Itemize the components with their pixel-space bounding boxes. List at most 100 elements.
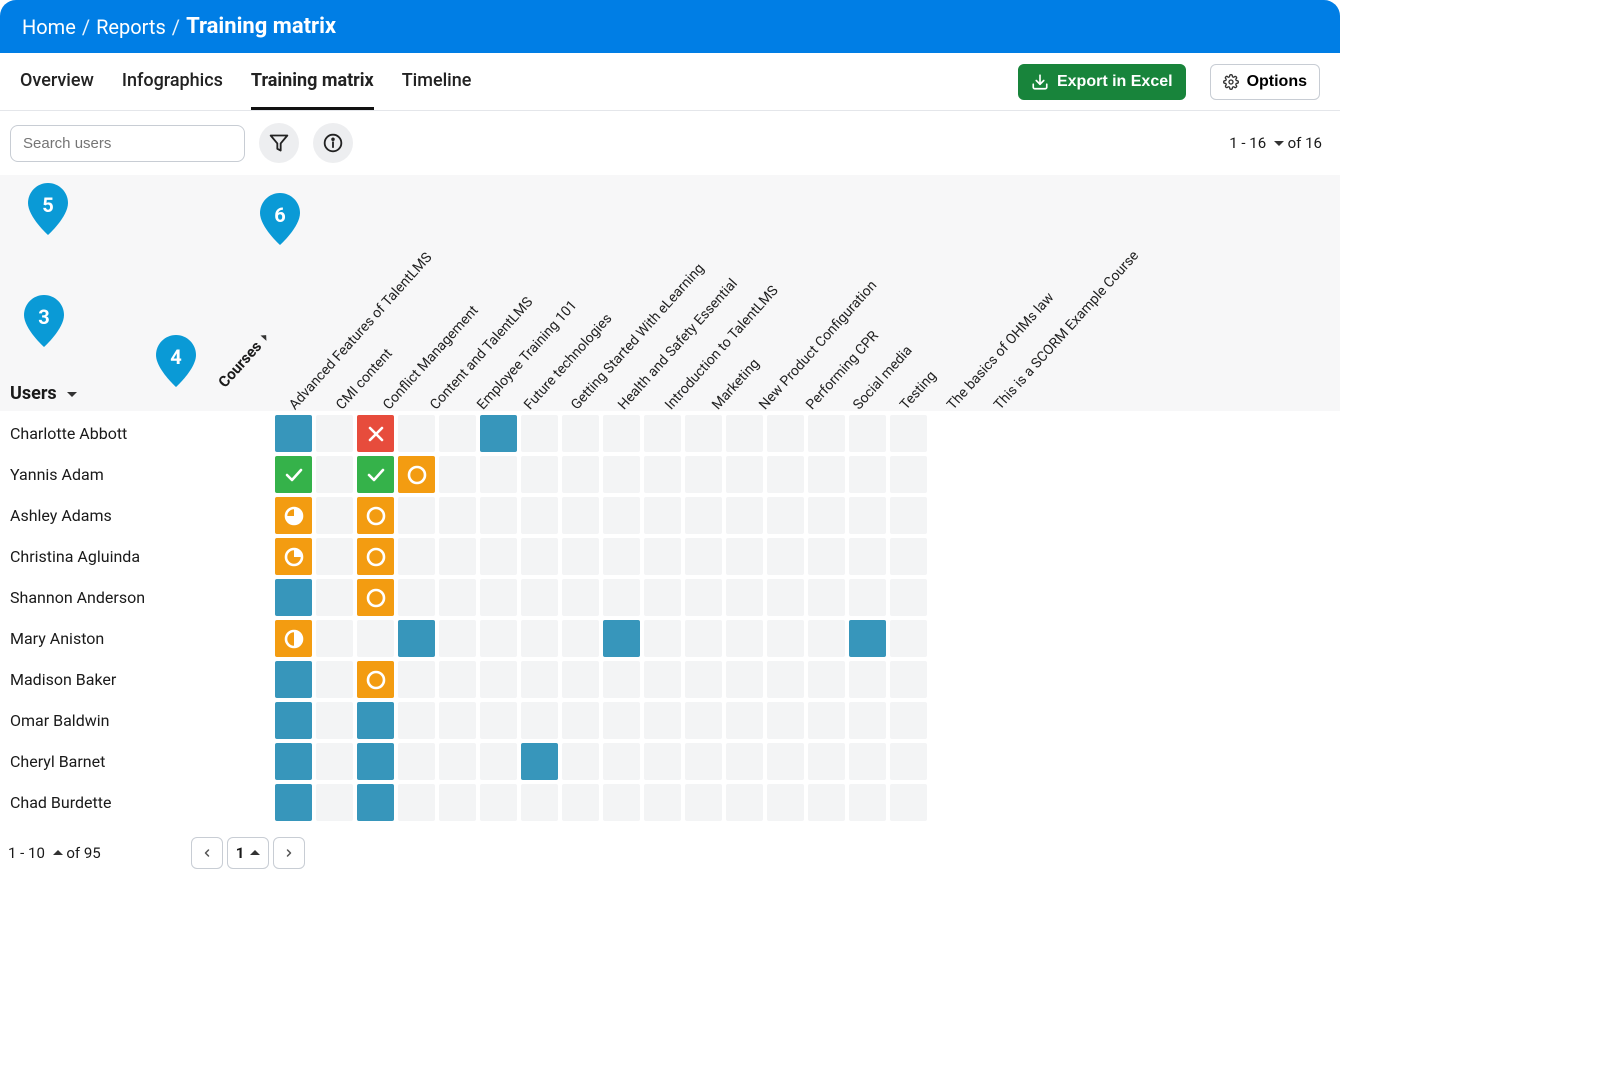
breadcrumb-home[interactable]: Home [22,15,76,39]
status-empty-cell [439,538,476,575]
courses-header[interactable]: Courses [215,326,276,391]
matrix-row: Chad Burdette [0,782,1340,823]
user-name[interactable]: Yannis Adam [0,465,275,484]
status-empty-cell [316,497,353,534]
status-empty-cell [890,415,927,452]
status-empty-cell [480,620,517,657]
user-name[interactable]: Cheryl Barnet [0,752,275,771]
user-name[interactable]: Charlotte Abbott [0,424,275,443]
status-empty-cell [562,661,599,698]
status-empty-cell [767,497,804,534]
status-empty-cell [562,784,599,821]
status-enrolled-cell[interactable] [275,415,312,452]
status-passed-cell[interactable] [357,456,394,493]
status-empty-cell [767,784,804,821]
user-name[interactable]: Mary Aniston [0,629,275,648]
status-enrolled-cell[interactable] [480,415,517,452]
status-enrolled-cell[interactable] [849,620,886,657]
status-enrolled-cell[interactable] [357,784,394,821]
status-not-started-cell[interactable] [357,661,394,698]
status-empty-cell [398,538,435,575]
user-cells [275,495,927,536]
status-not-started-cell[interactable] [357,497,394,534]
status-enrolled-cell[interactable] [398,620,435,657]
status-failed-cell[interactable] [357,415,394,452]
status-progress-cell[interactable] [275,620,312,657]
pager-bottom-of: of [66,844,80,862]
status-enrolled-cell[interactable] [357,702,394,739]
user-name[interactable]: Madison Baker [0,670,275,689]
status-empty-cell [562,456,599,493]
pager-page-button[interactable]: 1 [227,837,270,869]
status-empty-cell [685,538,722,575]
status-empty-cell [439,620,476,657]
status-empty-cell [644,661,681,698]
status-empty-cell [521,456,558,493]
status-empty-cell [603,661,640,698]
status-empty-cell [808,415,845,452]
status-empty-cell [849,415,886,452]
status-empty-cell [316,784,353,821]
status-not-started-cell[interactable] [357,538,394,575]
search-input[interactable] [10,125,245,162]
status-enrolled-cell[interactable] [275,702,312,739]
user-cells [275,618,927,659]
course-header[interactable]: Testing [897,368,940,413]
pager-bottom-text[interactable]: 1 - 10 of 95 [8,844,101,862]
status-empty-cell [890,538,927,575]
status-empty-cell [808,784,845,821]
status-empty-cell [480,743,517,780]
status-empty-cell [480,497,517,534]
status-enrolled-cell[interactable] [275,661,312,698]
info-button[interactable] [313,123,353,163]
course-header[interactable]: Future technologies [521,311,615,413]
status-not-started-cell[interactable] [357,579,394,616]
options-button[interactable]: Options [1210,64,1320,100]
caret-right-icon [261,329,272,340]
status-passed-cell[interactable] [275,456,312,493]
export-excel-button[interactable]: Export in Excel [1018,64,1186,100]
status-progress-cell[interactable] [275,497,312,534]
user-name[interactable]: Shannon Anderson [0,588,275,607]
status-empty-cell [767,702,804,739]
pager-top-of: of [1288,134,1302,152]
users-header[interactable]: Users [10,383,77,404]
status-empty-cell [603,456,640,493]
status-empty-cell [644,415,681,452]
status-enrolled-cell[interactable] [275,784,312,821]
tool-row: 1 - 16 of 16 [0,111,1340,175]
status-enrolled-cell[interactable] [275,743,312,780]
status-empty-cell [726,702,763,739]
user-name[interactable]: Chad Burdette [0,793,275,812]
status-empty-cell [644,702,681,739]
status-enrolled-cell[interactable] [275,579,312,616]
pager-next-button[interactable] [273,837,305,869]
status-empty-cell [316,456,353,493]
pager-bottom: 1 - 10 of 95 1 [0,823,1340,889]
tab-timeline[interactable]: Timeline [402,53,472,110]
filter-button[interactable] [259,123,299,163]
status-empty-cell [357,620,394,657]
matrix-row: Shannon Anderson [0,577,1340,618]
pager-prev-button[interactable] [191,837,223,869]
breadcrumb-reports[interactable]: Reports [96,15,166,39]
user-cells [275,577,927,618]
status-empty-cell [398,497,435,534]
pager-top[interactable]: 1 - 16 of 16 [1229,134,1322,152]
status-empty-cell [849,579,886,616]
caret-up-icon [49,844,63,862]
user-name[interactable]: Omar Baldwin [0,711,275,730]
user-name[interactable]: Christina Agluinda [0,547,275,566]
tab-training-matrix[interactable]: Training matrix [251,53,374,110]
user-cells [275,659,927,700]
user-name[interactable]: Ashley Adams [0,506,275,525]
status-empty-cell [726,743,763,780]
tab-overview[interactable]: Overview [20,53,94,110]
status-not-started-cell[interactable] [398,456,435,493]
status-enrolled-cell[interactable] [603,620,640,657]
status-enrolled-cell[interactable] [521,743,558,780]
tab-infographics[interactable]: Infographics [122,53,223,110]
matrix-row: Charlotte Abbott [0,413,1340,454]
status-progress-cell[interactable] [275,538,312,575]
status-enrolled-cell[interactable] [357,743,394,780]
